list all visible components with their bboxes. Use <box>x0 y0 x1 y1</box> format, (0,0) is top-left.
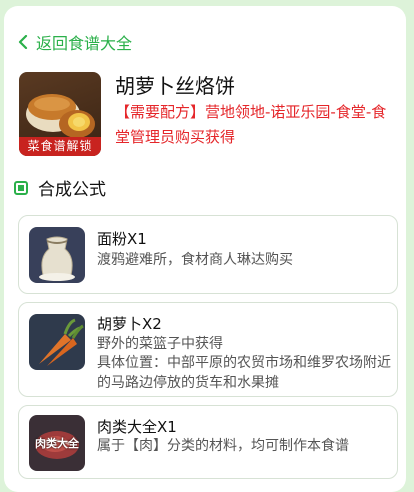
section-title: 合成公式 <box>38 180 106 200</box>
section-header: 合成公式 <box>14 175 106 200</box>
unlock-badge: 菜食谱解锁 <box>19 137 101 156</box>
recipe-title: 胡萝卜丝烙饼 <box>115 74 235 98</box>
ingredient-name: 面粉X1 <box>97 230 147 248</box>
ingredient-card-flour[interactable]: 面粉X1 渡鸦避难所，食材商人琳达购买 <box>18 215 398 294</box>
ingredient-card-meat[interactable]: 肉类大全 肉类大全X1 属于【肉】分类的材料，均可制作本食谱 <box>18 405 398 479</box>
thumb-label: 肉类大全 <box>35 437 79 450</box>
ingredient-source: 野外的菜篮子中获得 <box>97 336 223 352</box>
section-square-icon <box>14 180 28 195</box>
ingredient-name: 胡萝卜X2 <box>97 315 162 333</box>
flour-sack-icon <box>29 227 85 283</box>
meat-icon: 肉类大全 <box>29 415 85 471</box>
ingredient-source: 渡鸦避难所，食材商人琳达购买 <box>97 252 293 268</box>
back-link-label: 返回食谱大全 <box>36 34 133 53</box>
recipe-image: 菜食谱解锁 <box>19 72 101 156</box>
ingredient-location: 具体位置：中部平原的农贸市场和维罗农场附近的马路边停放的货车和水果摊 <box>97 355 391 391</box>
carrot-icon <box>29 314 85 370</box>
ingredient-card-carrot[interactable]: 胡萝卜X2 野外的菜篮子中获得 具体位置：中部平原的农贸市场和维罗农场附近的马路… <box>18 302 398 397</box>
chevron-left-icon <box>18 35 28 49</box>
recipe-description: 【需要配方】营地领地-诺亚乐园-食堂-食堂管理员购买获得 <box>115 103 387 146</box>
ingredient-name: 肉类大全X1 <box>97 418 177 436</box>
ingredient-source: 属于【肉】分类的材料，均可制作本食谱 <box>97 438 349 454</box>
back-link[interactable]: 返回食谱大全 <box>18 30 132 54</box>
